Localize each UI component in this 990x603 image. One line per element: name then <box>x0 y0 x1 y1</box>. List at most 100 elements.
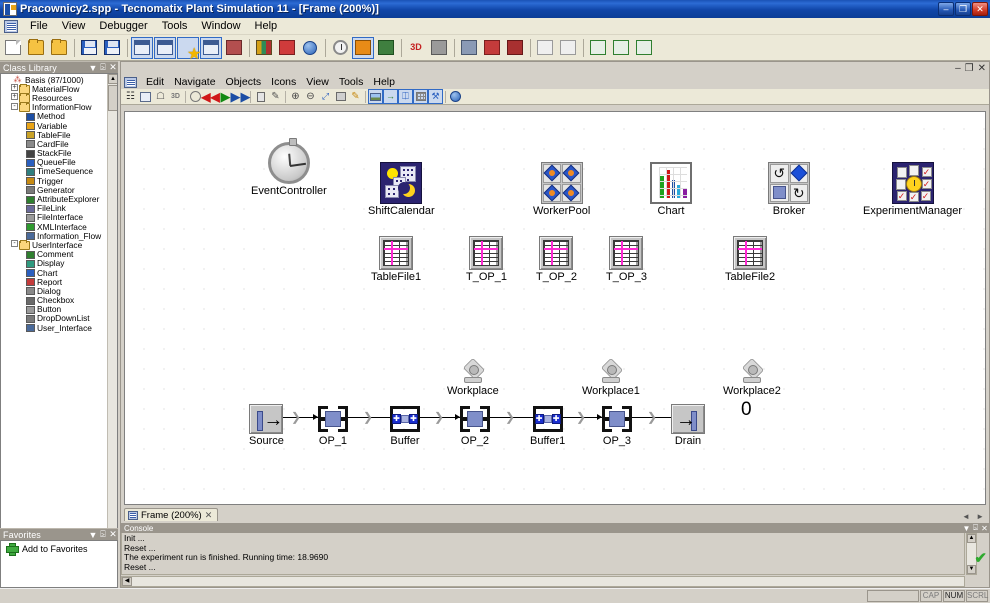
fast-forward-button[interactable]: ▶▶ <box>231 89 251 104</box>
show-background-button[interactable] <box>368 89 383 104</box>
close-button[interactable]: ✕ <box>972 2 988 16</box>
menu-window[interactable]: Window <box>194 19 247 33</box>
object-tablefile2[interactable]: TableFile2 <box>725 236 775 283</box>
tree-node-user-interface[interactable]: User_Interface <box>1 323 117 333</box>
frame-menu-objects[interactable]: Objects <box>221 76 267 88</box>
favorites-chevron-down-icon[interactable]: ▼ <box>88 530 98 540</box>
delete-button[interactable] <box>253 89 268 104</box>
object-experimentmanager[interactable]: ✓ ✓ ✓ ✓ ✓ ExperimentManager <box>863 162 962 217</box>
genetic-algorithms-button[interactable] <box>375 37 397 59</box>
find-button[interactable]: ☷ <box>123 89 138 104</box>
class-library-scrollbar[interactable]: ▲ ▼ <box>107 74 117 587</box>
menu-view[interactable]: View <box>55 19 93 33</box>
show-names-button[interactable]: ⎅ <box>398 89 413 104</box>
menu-tools[interactable]: Tools <box>155 19 195 33</box>
view-3d-button-frame[interactable]: 3D <box>168 89 183 104</box>
object-t-op-2[interactable]: T_OP_2 <box>536 236 577 283</box>
scroll-thumb[interactable] <box>108 85 117 111</box>
zoom-fit-button[interactable]: ⤢ <box>318 89 333 104</box>
show-grid-button[interactable] <box>413 89 428 104</box>
frame-canvas[interactable]: EventController ShiftCalendar WorkerPool… <box>124 111 986 505</box>
object-workplace1[interactable]: Workplace1 <box>582 360 640 397</box>
frame-menu-edit[interactable]: Edit <box>141 76 169 88</box>
experiment-designer-button[interactable] <box>504 37 526 59</box>
object-drain[interactable]: Drain <box>671 404 705 447</box>
console-pin-icon[interactable]: ⍄ <box>971 523 980 533</box>
scroll-up-arrow[interactable]: ▲ <box>108 74 117 84</box>
object-workplace[interactable]: Workplace <box>447 360 499 397</box>
tree-expander[interactable]: - <box>10 240 19 249</box>
show-connectors-button[interactable]: → <box>383 89 398 104</box>
menu-debugger[interactable]: Debugger <box>92 19 154 33</box>
console-chevron-down-icon[interactable]: ▼ <box>962 524 971 533</box>
object-chart[interactable]: Chart <box>650 162 692 217</box>
run-model-button[interactable] <box>610 37 632 59</box>
object-tablefile1[interactable]: TableFile1 <box>371 236 421 283</box>
add-to-favorites-item[interactable]: Add to Favorites <box>1 541 117 556</box>
tree-expander[interactable]: + <box>10 84 19 93</box>
object-broker[interactable]: ↺ ↻ Broker <box>768 162 810 217</box>
object-source[interactable]: Source <box>249 404 284 447</box>
pin-icon[interactable]: ⍄ <box>98 62 108 73</box>
frame-menu-icons[interactable]: Icons <box>266 76 301 88</box>
frame-help-button[interactable] <box>448 89 463 104</box>
event-controller-button[interactable] <box>329 37 351 59</box>
tab-close-icon[interactable]: ✕ <box>205 510 213 521</box>
inheritance-button[interactable] <box>223 37 245 59</box>
menu-help[interactable]: Help <box>248 19 285 33</box>
library-button[interactable] <box>253 37 275 59</box>
open-class-button[interactable] <box>138 89 153 104</box>
zoom-out-button[interactable]: ⊖ <box>303 89 318 104</box>
bottleneck-analyzer-button[interactable] <box>458 37 480 59</box>
report-button[interactable] <box>534 37 556 59</box>
apply-layout-button[interactable] <box>352 36 374 59</box>
console-scroll-left-arrow[interactable]: ◀ <box>122 577 132 586</box>
experiment-manager-button[interactable] <box>481 37 503 59</box>
object-shiftcalendar[interactable]: ShiftCalendar <box>368 162 435 217</box>
open-file-button[interactable] <box>25 37 47 59</box>
favorites-button[interactable] <box>177 36 201 64</box>
menu-file[interactable]: File <box>23 19 55 33</box>
minimize-button[interactable]: – <box>938 2 954 16</box>
class-library-tree[interactable]: ⁂ Basis (87/1000) + MaterialFlow + Resources -… <box>0 73 118 588</box>
frame-restore-button[interactable]: ❐ <box>965 63 974 74</box>
save-all-button[interactable] <box>101 37 123 59</box>
object-t-op-3[interactable]: T_OP_3 <box>606 236 647 283</box>
tree-expander[interactable]: - <box>10 102 19 112</box>
open-model-button[interactable] <box>587 37 609 59</box>
frame-close-button[interactable]: ✕ <box>978 63 986 74</box>
statistics-button[interactable] <box>557 37 579 59</box>
help-topics-button[interactable] <box>299 37 321 59</box>
frame-menu-navigate[interactable]: Navigate <box>169 76 220 88</box>
object-buffer[interactable]: ✚ ✚ Buffer <box>388 404 422 447</box>
object-op-3[interactable]: OP_3 <box>600 404 634 447</box>
tree-node-display[interactable]: Display <box>1 258 117 268</box>
console-horizontal-scrollbar[interactable]: ◀ <box>121 576 965 587</box>
save-button[interactable] <box>78 37 100 59</box>
object-op-2[interactable]: OP_2 <box>458 404 492 447</box>
new-file-button[interactable] <box>2 37 24 59</box>
tree-expander[interactable]: + <box>10 93 19 102</box>
object-buffer1[interactable]: ✚ ✚ Buffer1 <box>530 404 565 447</box>
zoom-in-button[interactable]: ⊕ <box>288 89 303 104</box>
import-cad-button[interactable] <box>428 37 450 59</box>
init-button[interactable]: ◀◀ <box>201 89 219 104</box>
object-workplace2[interactable]: Workplace2 <box>723 360 781 397</box>
snapshot-button[interactable] <box>333 89 348 104</box>
view-3d-button[interactable]: 3D <box>405 37 427 59</box>
object-t-op-1[interactable]: T_OP_1 <box>466 236 507 283</box>
class-library-button[interactable] <box>131 36 153 59</box>
class-library-close-icon[interactable]: ✕ <box>108 62 118 73</box>
pencil-button[interactable]: ✎ <box>348 89 363 104</box>
console-scroll-up-arrow[interactable]: ▲ <box>967 534 976 543</box>
favorites-list[interactable]: Add to Favorites <box>0 540 118 588</box>
object-workerpool[interactable]: WorkerPool <box>533 162 590 217</box>
frame-minimize-button[interactable]: – <box>955 63 961 74</box>
reset-model-button[interactable] <box>633 37 655 59</box>
frame-menu-help[interactable]: Help <box>368 76 400 88</box>
frame-menu-tools[interactable]: Tools <box>334 76 369 88</box>
favorites-pin-icon[interactable]: ⍄ <box>98 529 108 540</box>
open-recent-button[interactable] <box>48 37 70 59</box>
tab-scroll-hint[interactable]: ◄ ► <box>962 512 986 521</box>
network-button[interactable] <box>276 37 298 59</box>
